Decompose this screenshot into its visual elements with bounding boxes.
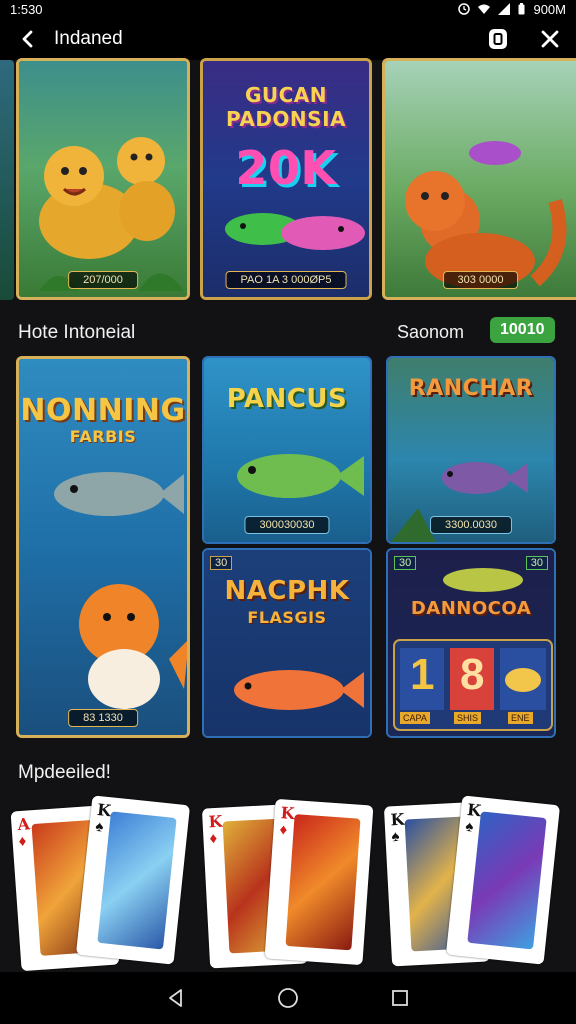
game-tile-nacphk[interactable]: 30 NACPHK FLASGIS — [202, 548, 372, 738]
card-suit-icon: ♠ — [94, 817, 105, 836]
status-badge: 10010 — [490, 317, 555, 343]
copy-icon — [489, 29, 507, 49]
game-art — [385, 61, 576, 297]
playing-card[interactable]: K ♠ — [75, 795, 191, 965]
nav-back-button[interactable] — [161, 983, 191, 1013]
game-tile-dannocoa[interactable]: 30 30 DANNOCOA 1 8 CAPA SHIS ENE — [386, 548, 556, 738]
game-tile-tiger[interactable]: 303 0000 — [382, 58, 576, 300]
section-right-label[interactable]: Saonom — [397, 322, 464, 343]
signal-icon — [498, 3, 511, 15]
nav-home-button[interactable] — [273, 983, 303, 1013]
tile-caption: 303 0000 — [442, 271, 519, 289]
page-title: Indaned — [54, 28, 123, 49]
reel-label-2: SHIS — [454, 712, 482, 724]
card-art — [285, 814, 361, 951]
tile-corner-label-right: 30 — [525, 556, 548, 570]
playing-card[interactable]: K ♦ — [264, 798, 374, 966]
section-title: Hote Intoneial — [18, 322, 136, 343]
card-rank: A — [16, 814, 31, 835]
tile-title: GUCAN PADONSIA — [226, 83, 346, 131]
nav-recents-button[interactable] — [385, 983, 415, 1013]
card-suit-icon: ♦ — [278, 821, 288, 839]
triangle-back-icon — [169, 989, 182, 1007]
reel-left: 1 — [410, 650, 435, 699]
tile-title: PANCUS — [226, 384, 348, 414]
card-suit-icon: ♠ — [391, 827, 400, 846]
tile-caption: 300030030 — [244, 516, 330, 534]
game-tile-padonsia[interactable]: GUCAN PADONSIA 20K PAO 1A 3 000ØP5 — [200, 58, 372, 300]
tile-corner-label-left: 30 — [394, 556, 417, 570]
playing-card[interactable]: K ♠ — [445, 795, 561, 965]
card-art — [97, 811, 177, 950]
close-icon — [541, 30, 559, 48]
game-tile-pancus[interactable]: PANCUS 300030030 — [202, 356, 372, 544]
game-art — [19, 61, 187, 297]
tile-subtitle: FARBIS — [69, 427, 137, 446]
tile-title: RANCHAR — [408, 376, 534, 401]
status-icons: 900M — [458, 2, 566, 17]
card-art — [467, 811, 547, 950]
card-suit-icon: ♠ — [464, 817, 475, 836]
tile-caption: 207/000 — [68, 271, 138, 289]
tile-corner-label: 30 — [210, 556, 233, 570]
reel-label-1: CAPA — [400, 712, 430, 724]
reel-middle: 8 — [460, 650, 485, 699]
game-tile-nonning[interactable]: NONNING FARBIS 83 1330 — [16, 356, 190, 738]
tile-amount: 20K — [235, 141, 337, 195]
card-suit-icon: ♦ — [18, 832, 27, 851]
card-rank: K — [390, 809, 405, 830]
battery-icon — [518, 3, 525, 15]
game-tile-ranchar[interactable]: RANCHAR 3300.0030 — [386, 356, 556, 544]
tile-caption: 3300.0030 — [430, 516, 512, 534]
card-rank: K — [280, 803, 296, 824]
wifi-icon — [478, 4, 491, 14]
tile-subtitle: FLASGIS — [247, 608, 327, 627]
tile-title: NACPHK — [224, 576, 350, 606]
back-button[interactable] — [14, 25, 42, 53]
app-bar: Indaned — [0, 18, 576, 60]
system-nav-bar — [0, 972, 576, 1024]
square-recents-icon — [392, 990, 408, 1006]
tile-title: NONNING — [20, 393, 186, 428]
close-button[interactable] — [538, 27, 562, 51]
card-suit-icon: ♦ — [209, 829, 218, 848]
status-bar: 1:530 900M — [0, 0, 576, 18]
status-time: 1:530 — [10, 1, 43, 17]
section-title-2: Mpdeeiled! — [18, 762, 111, 783]
circle-home-icon — [278, 988, 298, 1008]
game-art — [388, 550, 554, 736]
card-rank: K — [208, 811, 223, 832]
tile-title: DANNOCOA — [410, 598, 532, 619]
tile-caption: PAO 1A 3 000ØP5 — [225, 271, 347, 289]
status-text: 900M — [533, 1, 566, 17]
share-button[interactable] — [486, 27, 510, 51]
tile-caption: 83 1330 — [68, 709, 138, 727]
back-arrow-icon — [22, 30, 33, 48]
reel-label-3: ENE — [508, 712, 533, 724]
game-tile-left-edge[interactable] — [0, 60, 14, 300]
game-tile-cats[interactable]: 207/000 — [16, 58, 190, 300]
alarm-icon — [458, 3, 471, 15]
